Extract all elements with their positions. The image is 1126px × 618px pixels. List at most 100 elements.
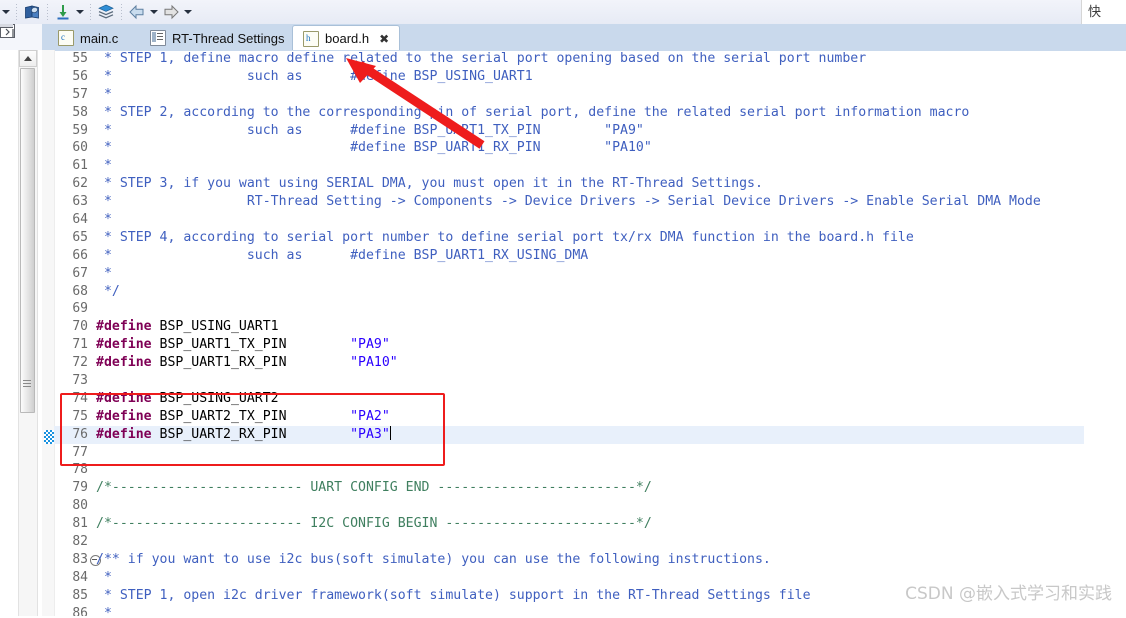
code-line[interactable]: 81 /*------------------------ I2C CONFIG … <box>54 515 1084 533</box>
line-number: 63 <box>72 194 88 210</box>
toolbar-group-1 <box>0 0 194 24</box>
code-line[interactable]: 83 /** if you want to use i2c bus(soft si… <box>54 551 1084 569</box>
code-line[interactable]: 67 * <box>54 265 1084 283</box>
tab-label: board.h <box>325 31 370 46</box>
code-line[interactable]: 65 * STEP 4, according to serial port nu… <box>54 229 1084 247</box>
close-icon[interactable]: ✖ <box>379 32 389 46</box>
code-line[interactable]: 62 * STEP 3, if you want using SERIAL DM… <box>54 175 1084 193</box>
code-line[interactable]: 60 * #define BSP_UART1_RX_PIN "PA10" <box>54 139 1084 157</box>
comment-text: /*------------------------ I2C CONFIG BE… <box>96 516 652 532</box>
layers-button[interactable] <box>95 1 117 23</box>
code-line[interactable]: 70 #define BSP_USING_UART1 <box>54 318 1084 336</box>
code-line[interactable]: 75 #define BSP_UART2_TX_PIN "PA2" <box>54 408 1084 426</box>
comment-text: * <box>96 265 112 281</box>
code-text: * <box>96 157 112 175</box>
code-text: * STEP 1, open i2c driver framework(soft… <box>96 587 811 605</box>
toolbar-right-text: 快 <box>1088 5 1102 20</box>
eclipse-ide-window: 快 c main.c RT-Thread Settings h board.h … <box>0 0 1126 618</box>
code-line[interactable]: 57 * <box>54 86 1084 104</box>
back-button[interactable] <box>126 1 148 23</box>
line-number: 61 <box>72 158 88 174</box>
toolbar-right-label[interactable]: 快 <box>1081 0 1126 24</box>
code-lines-container[interactable]: 55 * STEP 1, define macro define related… <box>54 50 1084 618</box>
code-text: * such as #define BSP_UART1_TX_PIN "PA9" <box>96 122 644 140</box>
forward-dropdown[interactable] <box>182 1 194 23</box>
h-file-icon: h <box>303 30 319 47</box>
code-line[interactable]: 72 #define BSP_UART1_RX_PIN "PA10" <box>54 354 1084 372</box>
code-line[interactable]: 66 * such as #define BSP_UART1_RX_USING_… <box>54 247 1084 265</box>
code-line[interactable]: 58 * STEP 2, according to the correspond… <box>54 104 1084 122</box>
comment-text: * #define BSP_UART1_RX_PIN "PA10" <box>96 140 652 156</box>
macro-name: BSP_UART1_TX_PIN <box>151 337 351 353</box>
code-text: * such as #define BSP_USING_UART1 <box>96 68 533 86</box>
line-number: 81 <box>72 516 88 532</box>
code-line[interactable]: 69 <box>54 300 1084 318</box>
download-dropdown[interactable] <box>74 1 86 23</box>
dropdown-caret-left[interactable] <box>0 1 12 23</box>
line-number: 59 <box>72 122 88 138</box>
line-number: 67 <box>72 265 88 281</box>
line-number: 79 <box>72 480 88 496</box>
caret-down-icon <box>2 10 10 14</box>
line-number: 76 <box>72 426 88 442</box>
comment-text: * such as #define BSP_UART1_TX_PIN "PA9" <box>96 122 644 138</box>
view-rail <box>0 24 42 50</box>
code-line[interactable]: 79 /*------------------------ UART CONFIG… <box>54 479 1084 497</box>
code-line[interactable]: 68 */ <box>54 283 1084 301</box>
comment-text: * STEP 2, according to the corresponding… <box>96 104 970 120</box>
code-line[interactable]: 64 * <box>54 211 1084 229</box>
tab-board-h[interactable]: h board.h ✖ <box>292 25 401 51</box>
line-number: 64 <box>72 212 88 228</box>
macro-name: BSP_USING_UART2 <box>151 390 279 406</box>
code-line[interactable]: 56 * such as #define BSP_USING_UART1 <box>54 68 1084 86</box>
define-keyword: #define <box>96 426 152 442</box>
csdn-watermark: CSDN @嵌入式学习和实践 <box>905 584 1112 604</box>
toolbar-separator <box>121 4 122 20</box>
comment-text: * such as #define BSP_USING_UART1 <box>96 68 533 84</box>
main-toolbar: 快 <box>0 0 1126 25</box>
minimize-view-icon[interactable] <box>5 28 15 38</box>
code-line[interactable]: 80 <box>54 497 1084 515</box>
code-text: * <box>96 569 112 587</box>
code-line[interactable]: 77 <box>54 444 1084 462</box>
open-book-button[interactable] <box>21 1 43 23</box>
code-line[interactable]: 59 * such as #define BSP_UART1_TX_PIN "P… <box>54 122 1084 140</box>
toolbar-separator <box>90 4 91 20</box>
tab-rt-thread-settings[interactable]: RT-Thread Settings <box>140 26 294 50</box>
forward-button[interactable] <box>160 1 182 23</box>
code-line[interactable]: 76 #define BSP_UART2_RX_PIN "PA3" <box>54 425 1084 444</box>
tab-label: RT-Thread Settings <box>172 30 285 46</box>
code-line[interactable]: 55 * STEP 1, define macro define related… <box>54 50 1084 68</box>
download-button[interactable] <box>52 1 74 23</box>
text-cursor <box>389 425 391 440</box>
book-icon <box>25 5 39 19</box>
vertical-scrollbar[interactable] <box>18 50 38 618</box>
line-number: 66 <box>72 247 88 263</box>
code-line[interactable]: 61 * <box>54 157 1084 175</box>
code-line[interactable]: 73 <box>54 372 1084 390</box>
comment-text: * STEP 4, according to serial port numbe… <box>96 229 914 245</box>
line-number: 84 <box>72 569 88 585</box>
scrollbar-thumb[interactable] <box>20 68 35 413</box>
code-text: */ <box>96 283 120 301</box>
comment-text: * RT-Thread Setting -> Components -> Dev… <box>96 194 1041 210</box>
comment-text: * STEP 3, if you want using SERIAL DMA, … <box>96 176 763 192</box>
code-line[interactable]: 74 #define BSP_USING_UART2 <box>54 390 1084 408</box>
line-marker-icon[interactable] <box>44 430 54 444</box>
define-keyword: #define <box>96 355 152 371</box>
back-dropdown[interactable] <box>148 1 160 23</box>
line-number: 74 <box>72 390 88 406</box>
comment-text: * STEP 1, define macro define related to… <box>96 51 867 66</box>
macro-name: BSP_USING_UART1 <box>151 319 279 335</box>
code-text: #define BSP_UART2_RX_PIN "PA3" <box>96 425 391 444</box>
line-number: 56 <box>72 68 88 84</box>
scroll-up-button[interactable] <box>19 50 37 67</box>
line-number: 57 <box>72 86 88 102</box>
line-number: 85 <box>72 587 88 603</box>
tab-main-c[interactable]: c main.c <box>48 26 128 50</box>
code-text: /** if you want to use i2c bus(soft simu… <box>96 551 771 569</box>
code-line[interactable]: 82 <box>54 533 1084 551</box>
code-line[interactable]: 78 <box>54 461 1084 479</box>
code-line[interactable]: 63 * RT-Thread Setting -> Components -> … <box>54 193 1084 211</box>
code-line[interactable]: 71 #define BSP_UART1_TX_PIN "PA9" <box>54 336 1084 354</box>
